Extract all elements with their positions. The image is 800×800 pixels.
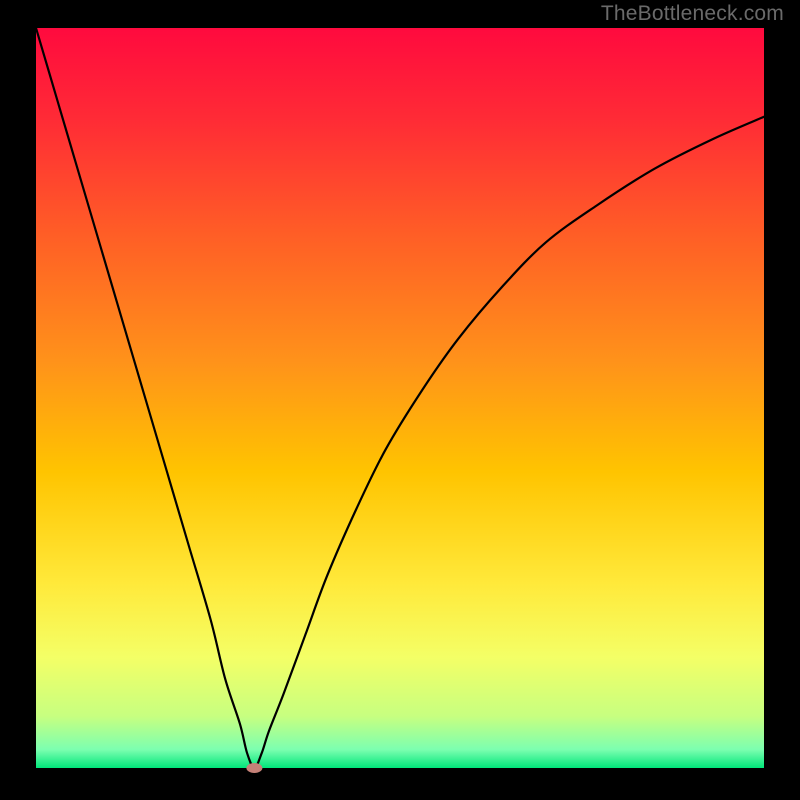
chart-frame: TheBottleneck.com xyxy=(0,0,800,800)
minimum-marker xyxy=(246,763,262,773)
watermark-text: TheBottleneck.com xyxy=(601,2,784,26)
bottleneck-chart xyxy=(0,0,800,800)
